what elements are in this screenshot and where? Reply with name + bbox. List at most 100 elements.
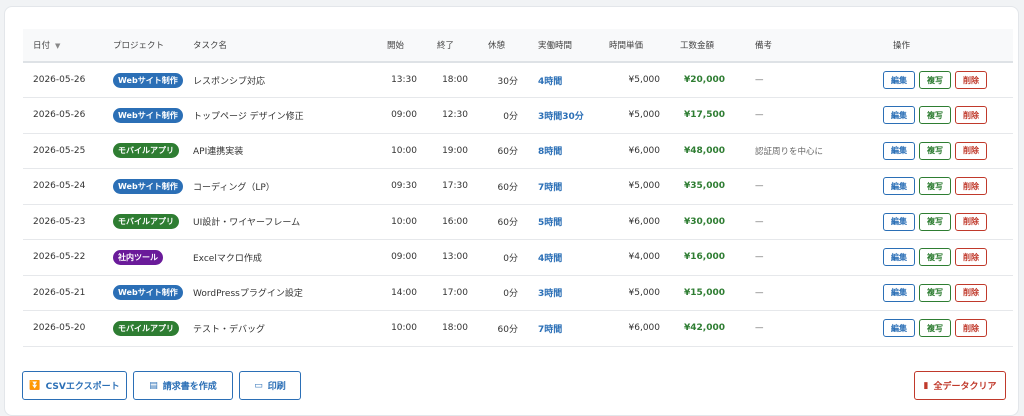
edit-button[interactable]: 編集 xyxy=(883,71,915,89)
note-cell: — xyxy=(745,168,883,205)
note-cell: — xyxy=(745,310,883,347)
work-log-table: 日付 ▼ プロジェクト タスク名 開始 終了 休憩 実働時間 時間単価 工数金額 … xyxy=(23,29,1013,347)
amount-cell: ¥48,000 xyxy=(670,133,745,169)
start-cell: 09:30 xyxy=(377,168,427,205)
header-amount: 工数金額 xyxy=(670,29,745,63)
hours-cell: 3時間 xyxy=(528,275,599,311)
table-row: 2026-05-20 モバイルアプリ テスト・デバッグ 10:00 18:00 60分 7時… xyxy=(23,310,1013,347)
task-cell: WordPressプラグイン設定 xyxy=(183,275,377,311)
edit-button[interactable]: 編集 xyxy=(883,177,915,196)
actions-cell: 編集 複写 削除 xyxy=(883,97,1013,134)
rate-cell: ¥5,000 xyxy=(599,62,670,98)
row-actions: 編集 複写 削除 xyxy=(883,141,1013,160)
project-cell: モバイルアプリ xyxy=(103,204,183,240)
project-cell: Webサイト制作 xyxy=(103,62,183,98)
break-cell: 0分 xyxy=(478,275,528,311)
hours-cell: 4時間 xyxy=(528,62,599,98)
start-cell: 09:00 xyxy=(377,239,427,276)
actions-cell: 編集 複写 削除 xyxy=(883,62,1013,98)
amount-cell: ¥15,000 xyxy=(670,275,745,311)
delete-button[interactable]: 削除 xyxy=(955,248,987,267)
edit-button[interactable]: 編集 xyxy=(883,319,915,338)
project-cell: モバイルアプリ xyxy=(103,133,183,169)
note-cell: — xyxy=(745,97,883,134)
rate-cell: ¥5,000 xyxy=(599,97,670,134)
delete-button[interactable]: 削除 xyxy=(955,212,987,231)
row-actions: 編集 複写 削除 xyxy=(883,248,1013,267)
copy-button[interactable]: 複写 xyxy=(919,106,951,125)
header-break: 休憩 xyxy=(478,29,528,63)
edit-button[interactable]: 編集 xyxy=(883,106,915,125)
end-cell: 16:00 xyxy=(427,204,478,240)
break-cell: 60分 xyxy=(478,168,528,205)
copy-button[interactable]: 複写 xyxy=(919,141,951,160)
create-invoice-button[interactable]: ▤ 請求書を作成 xyxy=(133,371,233,400)
hours-cell: 7時間 xyxy=(528,168,599,205)
row-actions: 編集 複写 削除 xyxy=(883,177,1013,196)
table-row: 2026-05-24 Webサイト制作 コーディング（LP） 09:30 17:30 60… xyxy=(23,168,1013,205)
amount-cell: ¥17,500 xyxy=(670,97,745,134)
start-cell: 09:00 xyxy=(377,97,427,134)
row-actions: 編集 複写 削除 xyxy=(883,71,1013,89)
project-cell: モバイルアプリ xyxy=(103,310,183,347)
header-end: 終了 xyxy=(427,29,478,63)
edit-button[interactable]: 編集 xyxy=(883,212,915,231)
copy-button[interactable]: 複写 xyxy=(919,71,951,89)
row-actions: 編集 複写 削除 xyxy=(883,106,1013,125)
start-cell: 14:00 xyxy=(377,275,427,311)
project-badge: 社内ツール xyxy=(113,249,163,265)
date-cell: 2026-05-26 xyxy=(23,62,103,98)
task-cell: テスト・デバッグ xyxy=(183,310,377,347)
rate-cell: ¥6,000 xyxy=(599,133,670,169)
copy-button[interactable]: 複写 xyxy=(919,248,951,267)
table-row: 2026-05-22 社内ツール Excelマクロ作成 09:00 13:00 0分 4時間… xyxy=(23,239,1013,276)
edit-button[interactable]: 編集 xyxy=(883,141,915,160)
amount-cell: ¥35,000 xyxy=(670,168,745,205)
project-badge: Webサイト制作 xyxy=(113,72,183,88)
header-actions: 操作 xyxy=(883,29,1013,63)
document-icon: ▤ xyxy=(149,380,158,391)
delete-button[interactable]: 削除 xyxy=(955,106,987,125)
sort-desc-icon[interactable]: ▼ xyxy=(55,42,60,50)
note-cell: — xyxy=(745,62,883,98)
clear-all-data-button[interactable]: ▮ 全データクリア xyxy=(914,371,1006,400)
project-cell: Webサイト制作 xyxy=(103,275,183,311)
start-cell: 13:30 xyxy=(377,62,427,98)
note-cell: — xyxy=(745,239,883,276)
delete-button[interactable]: 削除 xyxy=(955,319,987,338)
hours-cell: 5時間 xyxy=(528,204,599,240)
break-cell: 0分 xyxy=(478,97,528,134)
table-row: 2026-05-26 Webサイト制作 レスポンシブ対応 13:30 18:00 30分 4… xyxy=(23,62,1013,98)
rate-cell: ¥4,000 xyxy=(599,239,670,276)
edit-button[interactable]: 編集 xyxy=(883,248,915,267)
table-header-row: 日付 ▼ プロジェクト タスク名 開始 終了 休憩 実働時間 時間単価 工数金額 … xyxy=(23,29,1013,63)
csv-export-button[interactable]: ⏬ CSVエクスポート xyxy=(22,371,127,400)
end-cell: 17:30 xyxy=(427,168,478,205)
rate-cell: ¥6,000 xyxy=(599,204,670,240)
delete-button[interactable]: 削除 xyxy=(955,177,987,196)
header-date[interactable]: 日付 ▼ xyxy=(23,29,103,63)
print-button[interactable]: ▭ 印刷 xyxy=(239,371,301,400)
delete-button[interactable]: 削除 xyxy=(955,71,987,89)
project-badge: モバイルアプリ xyxy=(113,214,179,230)
note-cell: 認証周りを中心に xyxy=(745,133,883,169)
copy-button[interactable]: 複写 xyxy=(919,177,951,196)
actions-cell: 編集 複写 削除 xyxy=(883,275,1013,311)
copy-button[interactable]: 複写 xyxy=(919,319,951,338)
project-badge: モバイルアプリ xyxy=(113,320,179,336)
project-badge: モバイルアプリ xyxy=(113,143,179,159)
copy-button[interactable]: 複写 xyxy=(919,283,951,302)
copy-button[interactable]: 複写 xyxy=(919,212,951,231)
printer-icon: ▭ xyxy=(254,380,263,391)
rate-cell: ¥5,000 xyxy=(599,275,670,311)
row-actions: 編集 複写 削除 xyxy=(883,212,1013,231)
delete-button[interactable]: 削除 xyxy=(955,283,987,302)
trash-icon: ▮ xyxy=(923,380,929,391)
table-body: 2026-05-26 Webサイト制作 レスポンシブ対応 13:30 18:00 30分 4… xyxy=(23,62,1013,347)
edit-button[interactable]: 編集 xyxy=(883,283,915,302)
project-cell: 社内ツール xyxy=(103,239,183,276)
task-cell: API連携実装 xyxy=(183,133,377,169)
delete-button[interactable]: 削除 xyxy=(955,141,987,160)
date-cell: 2026-05-22 xyxy=(23,239,103,276)
rate-cell: ¥5,000 xyxy=(599,168,670,205)
